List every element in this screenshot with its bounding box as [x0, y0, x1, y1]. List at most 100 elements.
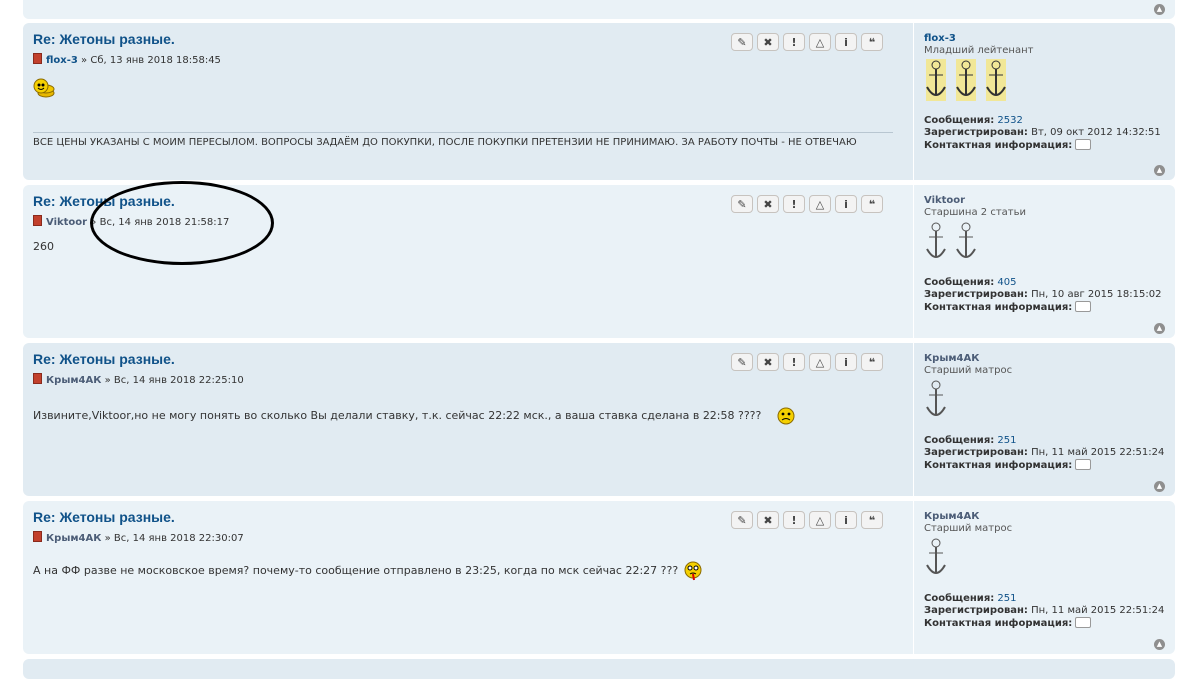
info-icon[interactable]: i	[835, 353, 857, 371]
post: Re: Жетоны разные. Крым4АК » Вс, 14 янв …	[23, 501, 1175, 654]
quote-icon[interactable]: ❝	[861, 353, 883, 371]
post-body	[33, 77, 55, 99]
warn-icon[interactable]: △	[809, 353, 831, 371]
profile-registered: Зарегистрирован: Пн, 11 май 2015 22:51:2…	[924, 447, 1165, 458]
profile-rank: Старший матрос	[924, 365, 1013, 376]
confused-smiley-icon	[777, 407, 795, 425]
post-author[interactable]: Крым4АК	[46, 533, 101, 544]
contact-icon[interactable]	[1075, 459, 1092, 470]
info-icon[interactable]: i	[835, 511, 857, 529]
post-file-icon[interactable]	[33, 373, 42, 384]
contact-icon[interactable]	[1075, 139, 1092, 150]
post-title[interactable]: Re: Жетоны разные.	[33, 31, 175, 47]
info-icon[interactable]: i	[835, 195, 857, 213]
delete-icon[interactable]: ✖	[757, 511, 779, 529]
profile-contact: Контактная информация:	[924, 617, 1092, 629]
rank-image	[924, 377, 948, 423]
edit-icon[interactable]: ✎	[731, 33, 753, 51]
post: Re: Жетоны разные. Крым4АК » Вс, 14 янв …	[23, 343, 1175, 496]
post-profile: flox-3 Младший лейтенант Сообщения: 2532…	[913, 23, 1174, 180]
quote-icon[interactable]: ❝	[861, 33, 883, 51]
rank-image	[924, 535, 948, 581]
edit-icon[interactable]: ✎	[731, 195, 753, 213]
post-signature: ВСЕ ЦЕНЫ УКАЗАНЫ С МОИМ ПЕРЕСЫЛОМ. ВОПРО…	[33, 137, 857, 148]
back-to-top-icon[interactable]: ▲	[1154, 323, 1165, 334]
report-icon[interactable]: !	[783, 33, 805, 51]
post-toolbar: ✎ ✖ ! △ i ❝	[731, 511, 883, 529]
back-to-top-icon[interactable]: ▲	[1154, 4, 1165, 15]
contact-icon[interactable]	[1075, 617, 1092, 628]
profile-registered: Зарегистрирован: Пн, 10 авг 2015 18:15:0…	[924, 289, 1162, 300]
post-file-icon[interactable]	[33, 215, 42, 226]
post-author[interactable]: Крым4АК	[46, 375, 101, 386]
rank-anchor-icon	[956, 222, 976, 258]
post-author[interactable]: Viktoor	[46, 217, 87, 228]
post-author[interactable]: flox-3	[46, 55, 78, 66]
post-profile: Крым4АК Старший матрос Сообщения: 251 За…	[913, 501, 1174, 654]
post-meta: Крым4АК » Вс, 14 янв 2018 22:30:07	[33, 531, 244, 544]
profile-username[interactable]: flox-3	[924, 33, 956, 44]
delete-icon[interactable]: ✖	[757, 33, 779, 51]
post-meta: Крым4АК » Вс, 14 янв 2018 22:25:10	[33, 373, 244, 386]
profile-registered: Зарегистрирован: Вт, 09 окт 2012 14:32:5…	[924, 127, 1161, 138]
rank-anchor-icon	[926, 222, 946, 258]
profile-registered: Зарегистрирован: Пн, 11 май 2015 22:51:2…	[924, 605, 1165, 616]
contact-icon[interactable]	[1075, 301, 1092, 312]
profile-contact: Контактная информация:	[924, 301, 1092, 313]
back-to-top-icon[interactable]: ▲	[1154, 639, 1165, 650]
smiley-coins-icon	[33, 78, 55, 98]
post: Re: Жетоны разные. flox-3 » Сб, 13 янв 2…	[23, 23, 1175, 180]
back-to-top-icon[interactable]: ▲	[1154, 481, 1165, 492]
post-meta: flox-3 » Сб, 13 янв 2018 18:58:45	[33, 53, 221, 66]
next-post-head	[23, 659, 1175, 679]
delete-icon[interactable]: ✖	[757, 353, 779, 371]
post-datetime: Сб, 13 янв 2018 18:58:45	[90, 55, 221, 66]
post-body: А на ФФ разве не московское время? почем…	[33, 559, 704, 583]
edit-icon[interactable]: ✎	[731, 353, 753, 371]
post-datetime: Вс, 14 янв 2018 22:30:07	[113, 533, 244, 544]
previous-post-tail: ▲	[23, 0, 1175, 19]
report-icon[interactable]: !	[783, 195, 805, 213]
post-body: Извините,Viktoor,но не могу понять во ск…	[33, 405, 797, 427]
profile-posts: Сообщения: 2532	[924, 115, 1023, 126]
rank-anchor-icon	[956, 59, 976, 101]
post-toolbar: ✎ ✖ ! △ i ❝	[731, 33, 883, 51]
warn-icon[interactable]: △	[809, 195, 831, 213]
rank-image	[924, 57, 1008, 103]
report-icon[interactable]: !	[783, 511, 805, 529]
post-profile: Крым4АК Старший матрос Сообщения: 251 За…	[913, 343, 1174, 496]
back-to-top-icon[interactable]: ▲	[1154, 165, 1165, 176]
profile-username[interactable]: Viktoor	[924, 195, 965, 206]
profile-rank: Старший матрос	[924, 523, 1013, 534]
dizzy-smiley-icon	[684, 561, 702, 581]
rank-anchor-icon	[926, 59, 946, 101]
signature-divider	[33, 132, 893, 133]
info-icon[interactable]: i	[835, 33, 857, 51]
profile-rank: Старшина 2 статьи	[924, 207, 1026, 218]
annotation-oval	[90, 181, 274, 265]
delete-icon[interactable]: ✖	[757, 195, 779, 213]
post-file-icon[interactable]	[33, 53, 42, 64]
rank-anchor-icon	[926, 380, 946, 416]
post-title[interactable]: Re: Жетоны разные.	[33, 509, 175, 525]
post-file-icon[interactable]	[33, 531, 42, 542]
post-toolbar: ✎ ✖ ! △ i ❝	[731, 195, 883, 213]
warn-icon[interactable]: △	[809, 511, 831, 529]
rank-image	[924, 219, 978, 265]
profile-contact: Контактная информация:	[924, 459, 1092, 471]
warn-icon[interactable]: △	[809, 33, 831, 51]
profile-username[interactable]: Крым4АК	[924, 353, 979, 364]
profile-username[interactable]: Крым4АК	[924, 511, 979, 522]
quote-icon[interactable]: ❝	[861, 195, 883, 213]
post-body: 260	[33, 240, 54, 253]
edit-icon[interactable]: ✎	[731, 511, 753, 529]
quote-icon[interactable]: ❝	[861, 511, 883, 529]
post-datetime: Вс, 14 янв 2018 22:25:10	[113, 375, 244, 386]
rank-anchor-icon	[926, 538, 946, 574]
report-icon[interactable]: !	[783, 353, 805, 371]
profile-posts: Сообщения: 251	[924, 435, 1017, 446]
post-title[interactable]: Re: Жетоны разные.	[33, 351, 175, 367]
rank-anchor-icon	[986, 59, 1006, 101]
profile-posts: Сообщения: 251	[924, 593, 1017, 604]
post-profile: Viktoor Старшина 2 статьи Сообщения: 405…	[913, 185, 1174, 338]
